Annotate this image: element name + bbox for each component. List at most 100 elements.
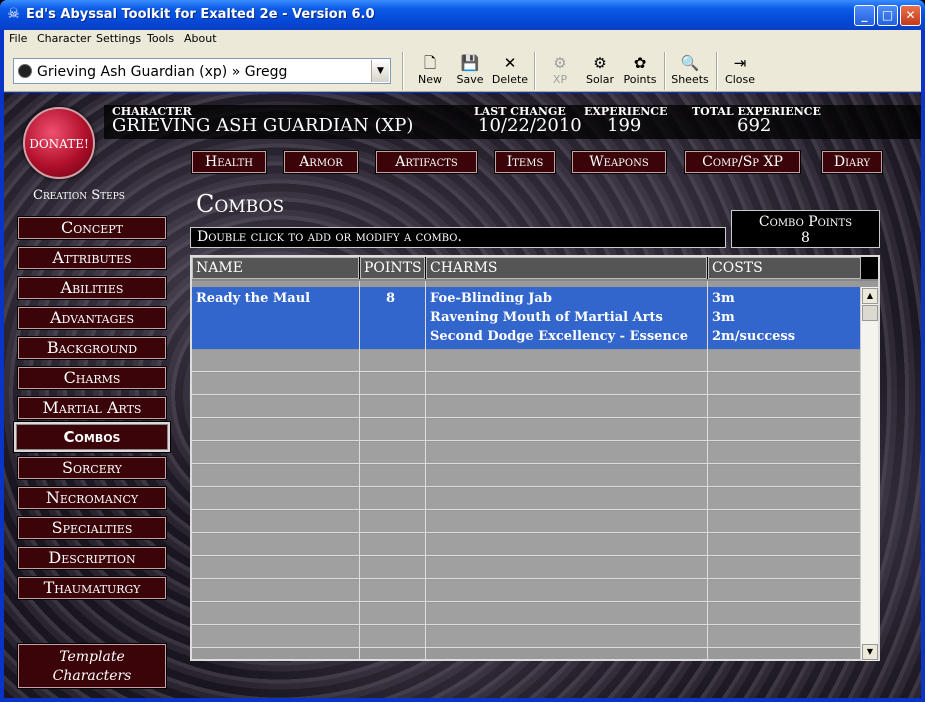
toolbar-separator	[664, 52, 666, 90]
delete-x-icon: ✕	[503, 54, 517, 72]
empty-row[interactable]	[192, 373, 860, 395]
column-header-points[interactable]: POINTS	[360, 257, 425, 279]
combo-points-value: 8	[801, 230, 810, 246]
step-background[interactable]: Background	[17, 336, 167, 360]
step-sorcery[interactable]: Sorcery	[17, 456, 167, 480]
experience-value: 199	[607, 115, 642, 136]
step-advantages[interactable]: Advantages	[17, 306, 167, 330]
save-button[interactable]: 💾 Save	[450, 53, 490, 89]
character-icon	[18, 64, 32, 78]
step-abilities[interactable]: Abilities	[17, 276, 167, 300]
empty-row[interactable]	[192, 396, 860, 418]
empty-row[interactable]	[192, 465, 860, 487]
step-concept[interactable]: Concept	[17, 216, 167, 240]
donate-label: DONATE!	[29, 137, 89, 151]
column-header-name[interactable]: NAME	[192, 257, 359, 279]
armor-button[interactable]: Armor	[283, 150, 359, 174]
floppy-disk-icon: 💾	[460, 54, 480, 72]
creation-steps-label: Creation Steps	[33, 188, 125, 203]
page-title: Combos	[196, 190, 285, 218]
column-divider	[707, 281, 708, 661]
points-button[interactable]: ✿ Points	[620, 53, 660, 89]
points-flower-icon: ✿	[633, 54, 647, 72]
step-specialties[interactable]: Specialties	[17, 516, 167, 540]
combo-points-label: Combo Points	[758, 214, 853, 230]
new-button[interactable]: 🗋 New	[410, 53, 450, 89]
exit-door-icon: ⇥	[733, 54, 747, 72]
menu-character[interactable]: Character	[37, 32, 91, 45]
scroll-thumb[interactable]	[862, 305, 878, 321]
step-thaumaturgy[interactable]: Thaumaturgy	[17, 576, 167, 600]
menu-tools[interactable]: Tools	[147, 32, 174, 45]
empty-row[interactable]	[192, 442, 860, 464]
step-charms[interactable]: Charms	[17, 366, 167, 390]
xp-gear-icon: ⚙	[553, 54, 567, 72]
menu-settings[interactable]: Settings	[96, 32, 141, 45]
artifacts-button[interactable]: Artifacts	[375, 150, 478, 174]
toolbar: Grieving Ash Guardian (xp) » Gregg ▼ 🗋 N…	[4, 50, 921, 92]
empty-row[interactable]	[192, 488, 860, 510]
scroll-down-arrow-icon[interactable]: ▼	[862, 644, 878, 660]
vertical-scrollbar[interactable]: ▲ ▼	[860, 287, 878, 661]
toolbar-separator	[402, 52, 404, 90]
title-bar[interactable]: ☠ Ed's Abyssal Toolkit for Exalted 2e - …	[0, 0, 925, 30]
combo-cost-cell: 2m/success	[712, 329, 796, 344]
menu-about[interactable]: About	[184, 32, 217, 45]
empty-row[interactable]	[192, 557, 860, 579]
menu-file[interactable]: File	[9, 32, 27, 45]
delete-button[interactable]: ✕ Delete	[490, 53, 530, 89]
character-selector-value: Grieving Ash Guardian (xp) » Gregg	[37, 64, 288, 80]
combo-cost-cell: 3m	[712, 310, 735, 325]
comp-sp-xp-button[interactable]: Comp/Sp XP	[684, 150, 801, 174]
app-window: ☠ Ed's Abyssal Toolkit for Exalted 2e - …	[0, 0, 925, 702]
items-button[interactable]: Items	[494, 150, 556, 174]
donate-button[interactable]: DONATE!	[23, 107, 95, 179]
template-characters-button[interactable]: Template Characters	[17, 643, 167, 689]
empty-row[interactable]	[192, 419, 860, 441]
empty-row[interactable]	[192, 511, 860, 533]
empty-row[interactable]	[192, 626, 860, 648]
new-document-icon: 🗋	[423, 54, 437, 72]
table-row[interactable]: Ready the Maul 8 Foe-Blinding Jab Raveni…	[192, 287, 860, 349]
column-header-costs[interactable]: COSTS	[708, 257, 861, 279]
main-panel: CHARACTER GRIEVING ASH GUARDIAN (XP) LAS…	[4, 93, 921, 698]
combo-points-box: Combo Points 8	[731, 210, 880, 248]
combo-name-cell: Ready the Maul	[196, 291, 311, 306]
combo-charm-cell: Foe-Blinding Jab	[430, 291, 552, 306]
empty-row[interactable]	[192, 580, 860, 602]
step-description[interactable]: Description	[17, 546, 167, 570]
combos-table[interactable]: NAME POINTS CHARMS COSTS Ready the Maul …	[190, 255, 880, 661]
menu-bar: File Character Settings Tools About	[4, 30, 921, 50]
step-combos[interactable]: Combos	[13, 421, 171, 453]
scroll-up-arrow-icon[interactable]: ▲	[862, 288, 878, 304]
total-experience-value: 692	[737, 115, 772, 136]
xp-button[interactable]: ⚙ XP	[540, 53, 580, 89]
chevron-down-icon[interactable]: ▼	[371, 60, 389, 82]
sheets-button[interactable]: 🔍 Sheets	[670, 53, 710, 89]
combo-charm-cell: Ravening Mouth of Martial Arts	[430, 310, 663, 325]
close-button[interactable]: ✕	[900, 5, 921, 26]
weapons-button[interactable]: Weapons	[571, 150, 667, 174]
step-attributes[interactable]: Attributes	[17, 246, 167, 270]
solar-button[interactable]: ⚙ Solar	[580, 53, 620, 89]
combo-cost-cell: 3m	[712, 291, 735, 306]
empty-row[interactable]	[192, 350, 860, 372]
step-martial-arts[interactable]: Martial Arts	[17, 396, 167, 420]
combo-hint: Double click to add or modify a combo.	[190, 227, 726, 248]
maximize-button[interactable]: □	[877, 5, 898, 26]
table-header: NAME POINTS CHARMS COSTS	[192, 257, 878, 281]
diary-button[interactable]: Diary	[821, 150, 883, 174]
column-divider	[425, 281, 426, 661]
health-button[interactable]: Health	[191, 150, 267, 174]
toolbar-separator	[534, 52, 536, 90]
column-header-charms[interactable]: CHARMS	[426, 257, 707, 279]
step-necromancy[interactable]: Necromancy	[17, 486, 167, 510]
app-icon: ☠	[7, 6, 20, 22]
magnifier-sheet-icon: 🔍	[680, 54, 700, 72]
empty-row[interactable]	[192, 534, 860, 556]
character-selector[interactable]: Grieving Ash Guardian (xp) » Gregg ▼	[13, 58, 391, 84]
combo-points-cell: 8	[386, 291, 396, 306]
minimize-button[interactable]: _	[854, 5, 875, 26]
empty-row[interactable]	[192, 603, 860, 625]
close-character-button[interactable]: ⇥ Close	[720, 53, 760, 89]
